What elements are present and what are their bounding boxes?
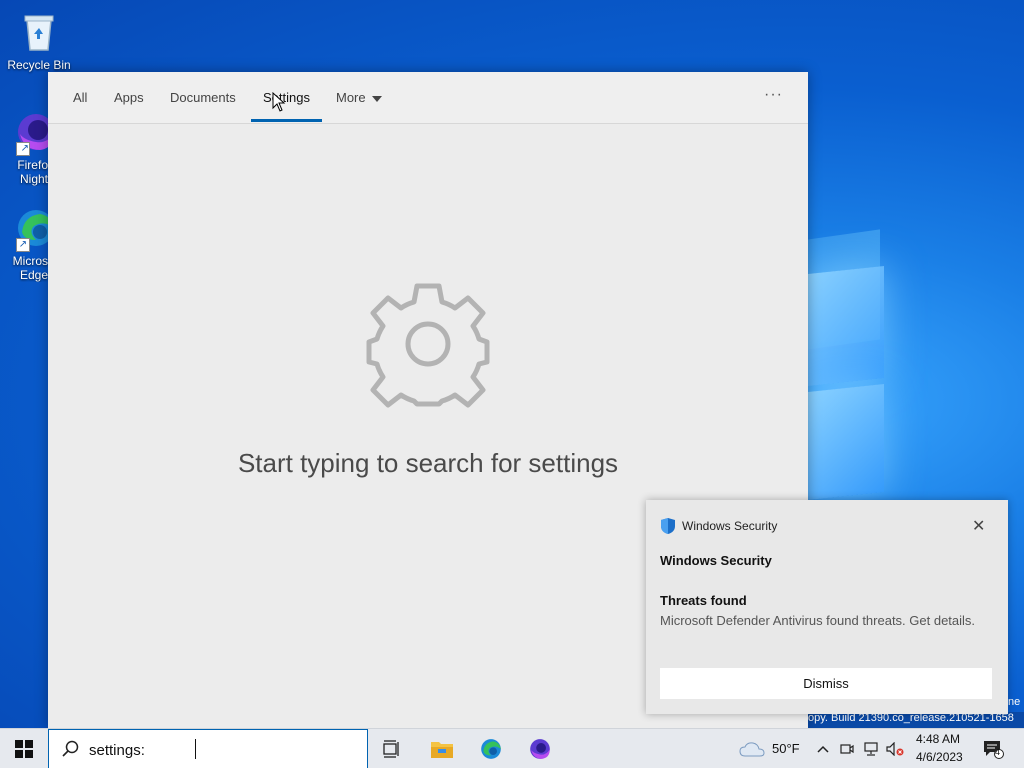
desktop-icon-label: Recycle Bin	[7, 58, 71, 72]
volume-button[interactable]	[884, 729, 906, 768]
watermark-build-text: opy. Build 21390.co_release.210521-1658	[808, 712, 1024, 728]
camera-icon	[840, 744, 854, 754]
folder-icon	[431, 742, 453, 758]
desktop-icon-microsoft-edge[interactable]: ↗ Micros Edge	[0, 206, 48, 282]
desktop-icon-recycle-bin[interactable]: Recycle Bin	[1, 10, 77, 72]
task-view-button[interactable]	[372, 729, 412, 768]
desktop-icon-label: Micros Edge	[12, 254, 48, 282]
meet-now-button[interactable]	[838, 729, 856, 768]
network-icon	[864, 742, 878, 756]
active-tab-indicator	[251, 119, 322, 122]
tab-all[interactable]: All	[73, 90, 87, 105]
shortcut-arrow-icon: ↗	[16, 238, 30, 252]
tab-more-label: More	[336, 90, 366, 105]
tab-more[interactable]: More	[336, 90, 382, 105]
watermark-text: ne	[1008, 696, 1021, 708]
taskbar-search-box[interactable]	[48, 729, 368, 768]
weather-temperature[interactable]: 50°F	[772, 741, 800, 756]
tab-apps[interactable]: Apps	[114, 90, 144, 105]
desktop-icon-firefox-nightly[interactable]: ↗ Firefo Night	[0, 110, 48, 186]
edge-icon	[481, 739, 501, 759]
shortcut-arrow-icon: ↗	[16, 142, 30, 156]
task-view-icon	[383, 740, 399, 758]
text-caret	[195, 739, 196, 759]
edge-icon: ↗	[14, 206, 48, 252]
close-icon[interactable]: ✕	[972, 516, 985, 536]
show-hidden-icons-button[interactable]	[814, 729, 832, 768]
notification-body: Microsoft Defender Antivirus found threa…	[660, 613, 976, 628]
volume-muted-icon	[886, 742, 904, 756]
dismiss-button[interactable]: Dismiss	[660, 668, 992, 699]
tab-settings[interactable]: Settings	[263, 90, 310, 105]
edge-taskbar-button[interactable]	[471, 729, 511, 768]
windows-start-icon	[15, 740, 33, 758]
search-input[interactable]	[87, 738, 351, 762]
notification-app-name: Windows Security	[682, 519, 778, 533]
firefox-nightly-icon: ↗	[14, 110, 48, 156]
clock-date[interactable]: 4/6/2023	[916, 750, 963, 764]
mouse-cursor-icon	[272, 92, 286, 112]
network-button[interactable]	[861, 729, 881, 768]
notification-title: Windows Security	[660, 553, 772, 568]
recycle-bin-icon	[17, 10, 61, 54]
search-tab-bar: All Apps Documents Settings More ···	[48, 72, 808, 124]
taskbar: 50°F 4:48 AM 4/6/2023	[0, 728, 1024, 768]
weather-widget[interactable]	[738, 729, 766, 768]
tab-documents[interactable]: Documents	[170, 90, 236, 105]
firefox-nightly-taskbar-button[interactable]	[520, 729, 560, 768]
windows-logo-pane	[808, 266, 884, 386]
desktop-icon-label: Firefo Night	[17, 158, 48, 186]
action-center-button[interactable]: 4	[976, 729, 1010, 768]
search-hint-text: Start typing to search for settings	[237, 448, 619, 478]
notification-icon	[984, 741, 1004, 759]
firefox-nightly-icon	[530, 739, 550, 759]
notification-count-badge: 4	[995, 747, 1001, 757]
search-icon	[62, 740, 79, 757]
start-button[interactable]	[0, 729, 48, 768]
notification-heading: Threats found	[660, 593, 747, 608]
notification-toast[interactable]: Windows Security ✕ Windows Security Thre…	[646, 500, 1008, 714]
clock-time[interactable]: 4:48 AM	[916, 732, 960, 746]
chevron-up-icon	[817, 745, 829, 753]
windows-logo-pane	[808, 384, 884, 500]
chevron-down-icon	[371, 95, 382, 102]
more-options-button[interactable]: ···	[764, 86, 783, 104]
file-explorer-button[interactable]	[422, 729, 462, 768]
shield-icon	[661, 518, 675, 534]
gear-icon	[366, 283, 490, 408]
cloud-icon	[739, 742, 765, 757]
